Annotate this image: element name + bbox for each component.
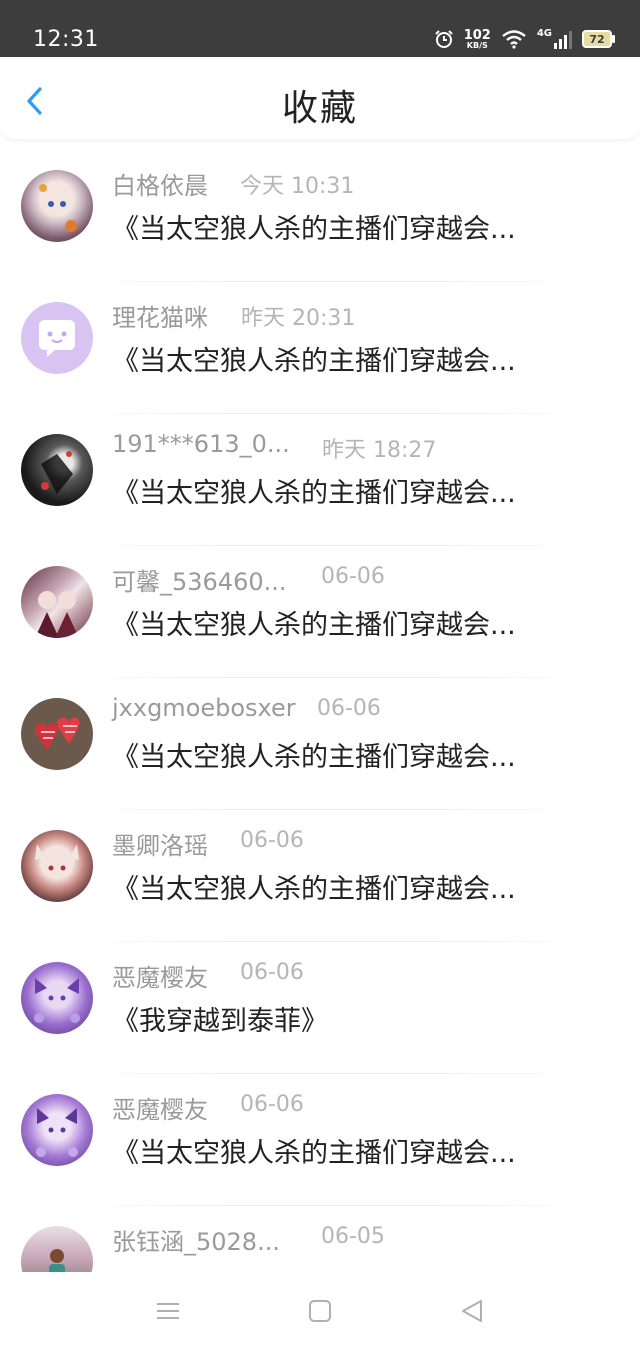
item-meta: 恶魔樱友 06-06 <box>112 958 612 992</box>
avatar <box>21 302 93 374</box>
status-time: 12:31 <box>33 27 99 52</box>
home-square-icon[interactable] <box>300 1296 340 1326</box>
user-name: 理花猫咪 <box>112 304 208 332</box>
item-title: 《当太空狼人杀的主播们穿越会... <box>112 742 516 773</box>
list-item[interactable]: 白格依晨 今天 10:31 《当太空狼人杀的主播们穿越会... <box>0 150 640 282</box>
list-item[interactable]: 191***613_0... 昨天 18:27 《当太空狼人杀的主播们穿越会..… <box>0 414 640 546</box>
list-item[interactable]: 张钰涵_5028... 06-05 <box>0 1206 640 1272</box>
avatar <box>21 170 93 242</box>
user-name: 191***613_0... <box>112 430 290 458</box>
item-title: 《当太空狼人杀的主播们穿越会... <box>112 610 516 641</box>
signal-icon: 4G <box>537 29 572 49</box>
net-speed-value: 102 <box>463 27 491 43</box>
avatar <box>21 962 93 1034</box>
timestamp: 今天 10:31 <box>240 174 355 199</box>
battery-indicator: 72 <box>582 30 615 48</box>
list-item[interactable]: 恶魔樱友 06-06 《当太空狼人杀的主播们穿越会... <box>0 1074 640 1206</box>
user-name: jxxgmoebosxer <box>112 694 296 722</box>
item-meta: 理花猫咪 昨天 20:31 <box>112 298 612 332</box>
avatar <box>21 1094 93 1166</box>
user-name: 墨卿洛瑶 <box>112 832 208 860</box>
item-meta: 墨卿洛瑶 06-06 <box>112 826 612 860</box>
avatar <box>21 434 93 506</box>
list-item[interactable]: jxxgmoebosxer 06-06 《当太空狼人杀的主播们穿越会... <box>0 678 640 810</box>
menu-icon[interactable] <box>148 1296 188 1326</box>
timestamp: 06-05 <box>321 1224 385 1249</box>
item-title: 《当太空狼人杀的主播们穿越会... <box>112 1138 516 1169</box>
timestamp: 06-06 <box>321 564 385 589</box>
item-title: 《当太空狼人杀的主播们穿越会... <box>112 478 516 509</box>
item-title: 《当太空狼人杀的主播们穿越会... <box>112 214 516 245</box>
avatar <box>21 566 93 638</box>
net-speed-unit: KB/S <box>466 40 488 50</box>
list-item[interactable]: 可馨_536460... 06-06 《当太空狼人杀的主播们穿越会... <box>0 546 640 678</box>
item-meta: 白格依晨 今天 10:31 <box>112 166 612 200</box>
item-meta: 可馨_536460... 06-06 <box>112 562 612 596</box>
network-type: 4G <box>536 28 552 39</box>
header: 收藏 <box>0 57 640 139</box>
status-icons: 102 KB/S 4G 72 <box>434 26 615 52</box>
item-title: 《当太空狼人杀的主播们穿越会... <box>112 874 516 905</box>
status-bar: 12:31 102 KB/S 4G 72 <box>0 0 640 57</box>
user-name: 张钰涵_5028... <box>112 1228 280 1256</box>
timestamp: 昨天 18:27 <box>322 438 437 463</box>
timestamp: 06-06 <box>317 696 381 721</box>
favorites-list: 白格依晨 今天 10:31 《当太空狼人杀的主播们穿越会... 理花猫咪 昨天 … <box>0 150 640 1272</box>
avatar <box>21 830 93 902</box>
user-name: 可馨_536460... <box>112 568 287 596</box>
item-title: 《当太空狼人杀的主播们穿越会... <box>112 346 516 377</box>
user-name: 白格依晨 <box>112 172 208 200</box>
avatar <box>21 698 93 770</box>
user-name: 恶魔樱友 <box>112 1096 208 1124</box>
timestamp: 06-06 <box>240 828 304 853</box>
triangle-back-icon[interactable] <box>452 1296 492 1326</box>
item-meta: 张钰涵_5028... 06-05 <box>112 1222 612 1256</box>
item-meta: 191***613_0... 昨天 18:27 <box>112 430 612 464</box>
page-title: 收藏 <box>281 88 358 129</box>
alarm-icon <box>434 30 453 48</box>
timestamp: 06-06 <box>240 960 304 985</box>
item-title: 《我穿越到泰菲》 <box>112 1006 328 1037</box>
user-name: 恶魔樱友 <box>112 964 208 992</box>
system-nav-bar <box>0 1272 640 1351</box>
list-item[interactable]: 理花猫咪 昨天 20:31 《当太空狼人杀的主播们穿越会... <box>0 282 640 414</box>
list-item[interactable]: 恶魔樱友 06-06 《我穿越到泰菲》 <box>0 942 640 1074</box>
list-item[interactable]: 墨卿洛瑶 06-06 《当太空狼人杀的主播们穿越会... <box>0 810 640 942</box>
net-speed: 102 KB/S <box>464 29 491 50</box>
item-meta: 恶魔樱友 06-06 <box>112 1090 612 1124</box>
avatar <box>21 1226 93 1272</box>
item-meta: jxxgmoebosxer 06-06 <box>112 694 612 728</box>
timestamp: 昨天 20:31 <box>241 306 356 331</box>
wifi-icon <box>502 30 526 49</box>
timestamp: 06-06 <box>240 1092 304 1117</box>
